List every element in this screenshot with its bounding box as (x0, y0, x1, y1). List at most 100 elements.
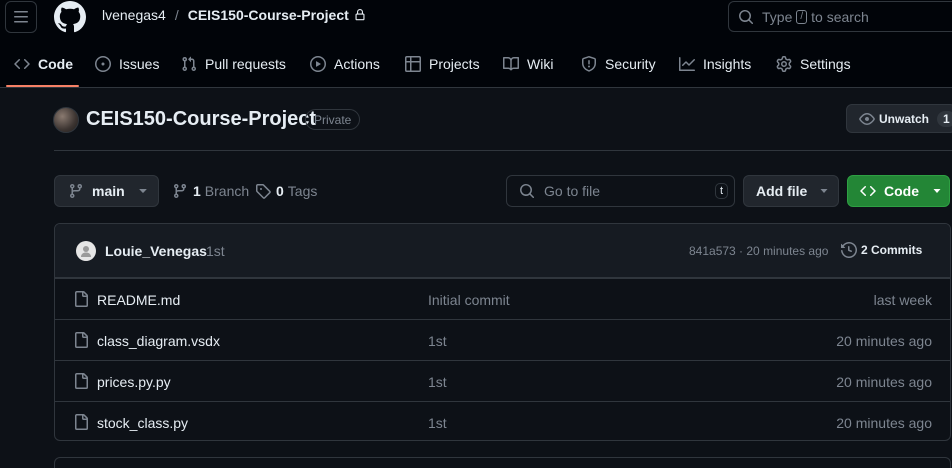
search-icon (519, 183, 535, 199)
tab-pull-requests-label: Pull requests (205, 56, 286, 72)
tab-code[interactable]: Code (14, 43, 73, 85)
branch-count-label: Branch (204, 183, 250, 199)
avatar[interactable] (53, 107, 79, 133)
breadcrumb: lvenegas4 / CEIS150-Course-Project (102, 7, 366, 23)
tag-icon (255, 183, 271, 199)
tab-security[interactable]: Security (581, 43, 656, 85)
github-logo-icon[interactable] (54, 1, 86, 33)
file-commit-message[interactable]: 1st (428, 333, 447, 349)
readme-panel (54, 457, 951, 468)
breadcrumb-owner-link[interactable]: lvenegas4 (102, 7, 166, 23)
file-icon (73, 291, 89, 307)
tab-projects[interactable]: Projects (405, 43, 480, 85)
eye-icon (859, 111, 875, 127)
repo-title[interactable]: CEIS150-Course-Project (86, 108, 316, 131)
issue-icon (95, 56, 111, 72)
file-name[interactable]: class_diagram.vsdx (97, 333, 220, 349)
play-icon (310, 56, 326, 72)
file-row[interactable]: prices.py.py 1st 20 minutes ago (55, 360, 950, 401)
branch-count: 1 (193, 183, 201, 199)
file-icon (73, 373, 89, 389)
add-file-label: Add file (756, 183, 808, 199)
search-icon (738, 9, 754, 25)
tab-wiki-label: Wiki (527, 56, 554, 72)
code-icon (860, 183, 876, 199)
book-icon (503, 56, 519, 72)
tab-actions[interactable]: Actions (310, 43, 380, 85)
branch-icon (68, 183, 84, 199)
pull-request-icon (181, 56, 197, 72)
go-to-file-shortcut-key: t (714, 183, 728, 199)
commit-hash-time[interactable]: 841a573 · 20 minutes ago (689, 244, 828, 258)
file-commit-message[interactable]: 1st (428, 415, 447, 431)
tab-actions-label: Actions (334, 56, 380, 72)
file-name[interactable]: prices.py.py (97, 374, 171, 390)
gear-icon (776, 56, 792, 72)
commits-history-link[interactable]: 2 Commits (841, 242, 922, 258)
tab-insights[interactable]: Insights (679, 43, 751, 85)
code-button[interactable]: Code (847, 175, 950, 207)
tab-pull-requests[interactable]: Pull requests (181, 43, 286, 85)
tab-insights-label: Insights (703, 56, 752, 72)
tab-settings-label: Settings (800, 56, 851, 72)
file-row[interactable]: class_diagram.vsdx 1st 20 minutes ago (55, 319, 950, 360)
file-browser: Louie_Venegas 1st 841a573 · 20 minutes a… (54, 223, 951, 441)
header-divider (54, 150, 952, 151)
tab-projects-label: Projects (429, 56, 480, 72)
menu-button[interactable] (5, 1, 37, 33)
tag-count-label: Tags (287, 183, 318, 199)
hamburger-icon (14, 11, 28, 23)
breadcrumb-repo-link[interactable]: CEIS150-Course-Project (188, 7, 349, 23)
file-row[interactable]: stock_class.py 1st 20 minutes ago (55, 401, 950, 440)
chevron-down-icon (932, 186, 942, 196)
tag-count: 0 (276, 183, 284, 199)
tags-link[interactable]: 0 Tags (255, 183, 317, 199)
graph-icon (679, 56, 695, 72)
commit-author-avatar[interactable] (76, 241, 96, 261)
file-name[interactable]: README.md (97, 292, 180, 308)
code-icon (14, 56, 30, 72)
search-input[interactable]: Type / to search (728, 1, 952, 32)
file-commit-message[interactable]: Initial commit (428, 292, 510, 308)
tab-settings[interactable]: Settings (776, 43, 851, 85)
chevron-down-icon (819, 186, 829, 196)
breadcrumb-separator: / (174, 7, 179, 23)
tab-wiki[interactable]: Wiki (503, 43, 553, 85)
chevron-down-icon (138, 186, 148, 196)
tab-issues-label: Issues (119, 56, 160, 72)
file-age: last week (873, 292, 932, 308)
file-icon (73, 332, 89, 348)
file-age: 20 minutes ago (836, 374, 932, 390)
file-age: 20 minutes ago (836, 415, 932, 431)
watch-count-badge: 1 (937, 110, 952, 127)
go-to-file-input[interactable]: Go to file t (506, 175, 735, 207)
file-age: 20 minutes ago (836, 333, 932, 349)
visibility-badge: Private (305, 109, 361, 130)
commits-count-label: 2 Commits (861, 243, 923, 257)
branches-link[interactable]: 1 Branch (172, 183, 249, 199)
unwatch-button[interactable]: Unwatch 1 (846, 104, 952, 133)
tab-security-label: Security (605, 56, 656, 72)
unwatch-label: Unwatch (879, 111, 930, 126)
commit-message[interactable]: 1st (206, 243, 225, 259)
tab-code-label: Code (38, 56, 73, 72)
search-shortcut-key: / (796, 9, 808, 24)
search-placeholder-suffix: to search (811, 8, 869, 25)
file-commit-message[interactable]: 1st (428, 374, 447, 390)
code-button-label: Code (884, 183, 919, 199)
branch-icon (172, 183, 188, 199)
go-to-file-placeholder: Go to file (544, 183, 601, 199)
table-icon (405, 56, 421, 72)
history-icon (841, 242, 857, 258)
commit-author[interactable]: Louie_Venegas (105, 243, 207, 259)
add-file-button[interactable]: Add file (743, 175, 839, 207)
latest-commit-row: Louie_Venegas 1st 841a573 · 20 minutes a… (55, 224, 950, 278)
tab-issues[interactable]: Issues (95, 43, 159, 85)
file-name[interactable]: stock_class.py (97, 415, 188, 431)
file-row[interactable]: README.md Initial commit last week (55, 278, 950, 319)
branch-name: main (92, 183, 125, 199)
branch-select-button[interactable]: main (54, 175, 159, 207)
shield-icon (581, 56, 597, 72)
global-header: lvenegas4 / CEIS150-Course-Project Type … (0, 0, 952, 88)
search-placeholder-prefix: Type (762, 8, 793, 25)
